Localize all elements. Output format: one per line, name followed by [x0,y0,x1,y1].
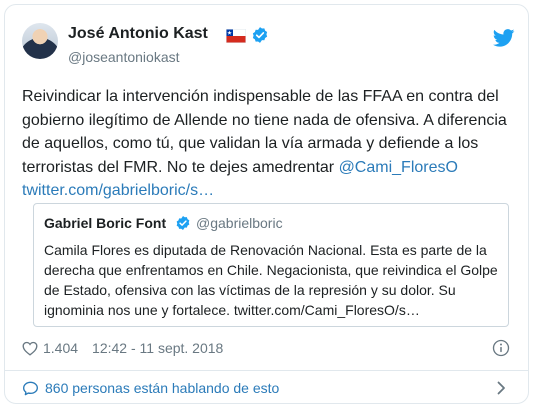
quoted-tweet-text: Camila Flores es diputada de Renovación … [44,242,498,318]
like-count[interactable]: 1.404 [43,340,78,356]
tweet-card: José Antonio Kast @joseantoniokast Reivi… [4,4,529,404]
quoted-author-name: Gabriel Boric Font [44,215,167,231]
quoted-tweet[interactable]: Gabriel Boric Font @gabrielboric Camila … [33,203,509,327]
timestamp[interactable]: 12:42 - 11 sept. 2018 [92,340,223,356]
divider [5,370,528,371]
mention-link[interactable]: @Cami_FloresO [339,159,458,176]
twitter-bird-icon[interactable] [493,29,515,47]
chile-flag-icon [226,29,246,43]
verified-badge-icon [252,27,268,43]
verified-badge-icon [176,216,190,230]
conversation-link[interactable]: 860 personas están hablando de esto [22,380,279,396]
info-icon[interactable] [492,339,510,357]
author-name[interactable]: José Antonio Kast [68,25,208,43]
tweet-text: Reivindicar la intervención indispensabl… [22,85,522,203]
author-handle[interactable]: @joseantoniokast [68,49,180,65]
quoted-author-handle: @gabrielboric [196,215,283,231]
avatar[interactable] [22,23,58,59]
conversation-label: 860 personas están hablando de esto [45,380,280,396]
heart-icon[interactable] [22,341,38,356]
quoted-tweet-link[interactable]: twitter.com/gabrielboric/s… [22,182,214,199]
tweet-meta: 1.404 12:42 - 11 sept. 2018 [22,338,223,358]
speech-bubble-icon [22,381,38,395]
chevron-right-icon[interactable] [495,381,507,395]
